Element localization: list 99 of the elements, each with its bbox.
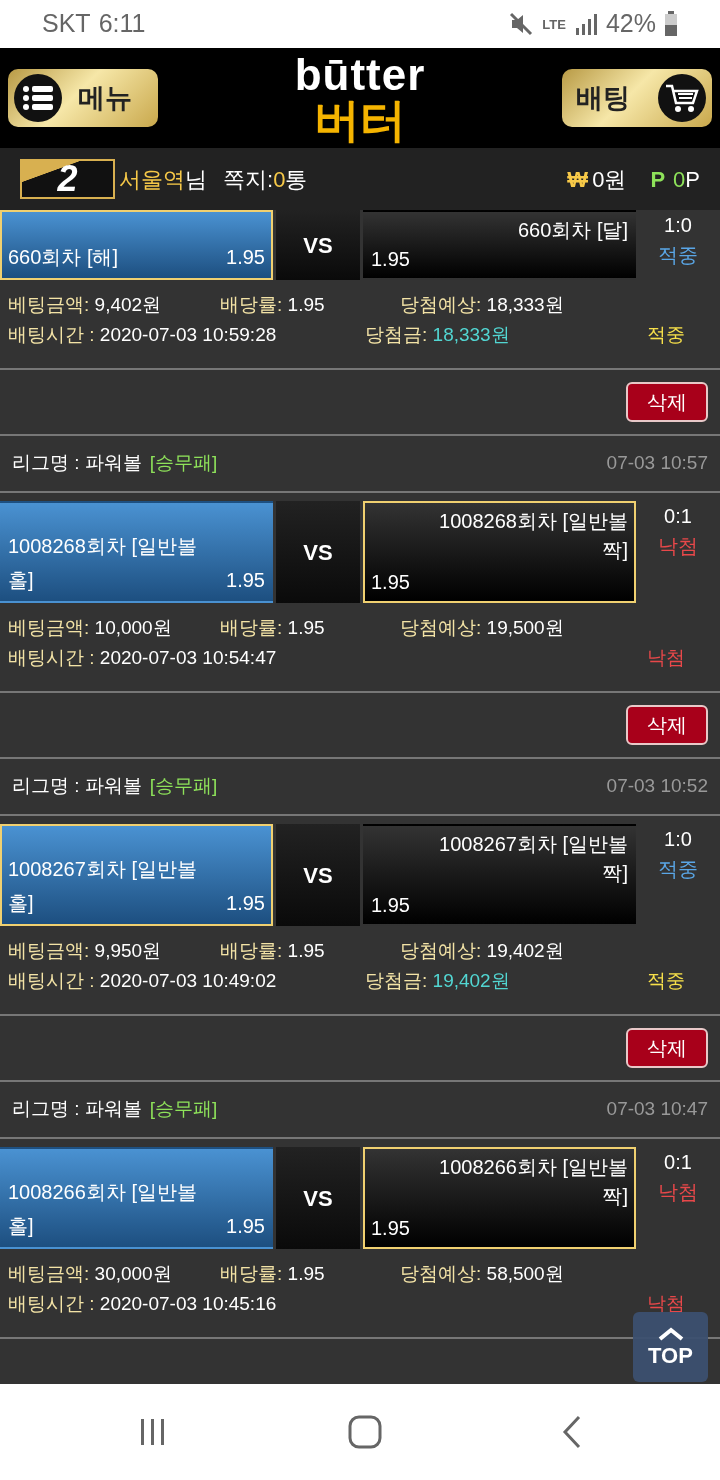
cart-icon [665, 83, 699, 113]
bet-amount-value: 9,402원 [93, 294, 162, 315]
bet-slip-button[interactable]: 배팅 [562, 69, 712, 127]
expected-win-label: 당첨예상: [400, 294, 482, 315]
team-option[interactable]: 1008266회차 [일반볼 홀] 1.95 [0, 1147, 273, 1249]
bet-time-label: 배팅시간 : [8, 1293, 95, 1314]
league-type: [승무패] [149, 774, 218, 799]
odds-value: 1.95 [286, 940, 325, 961]
result-label: 적중 [657, 243, 699, 268]
odds-value: 1.95 [286, 294, 325, 315]
points-unit: P [685, 165, 700, 194]
league-name: 리그명 : 파워볼 [12, 774, 142, 799]
bet-date: 07-03 10:52 [606, 774, 708, 799]
odds-label: 배당률: [220, 940, 283, 961]
payout-label: 당첨금: [365, 324, 428, 345]
balance: 0원 [592, 165, 627, 194]
logo-text: būtter [294, 53, 426, 97]
score: 0:1 [663, 504, 693, 529]
team-option[interactable]: 660회차 [달] 1.95 [363, 210, 636, 280]
logo-text: 버터 [314, 97, 406, 143]
carrier: SKT [42, 8, 91, 40]
menu-button[interactable]: 메뉴 [8, 69, 158, 127]
bet-amount-value: 9,950원 [93, 940, 162, 961]
signal-icon [573, 12, 598, 36]
odds-value: 1.95 [286, 1263, 325, 1284]
team-option[interactable]: 1008267회차 [일반볼 홀] 1.95 [0, 824, 273, 926]
expected-win-label: 당첨예상: [400, 617, 482, 638]
team-option[interactable]: 1008266회차 [일반볼 짝] 1.95 [363, 1147, 636, 1249]
team-option[interactable]: 1008267회차 [일반볼 짝] 1.95 [363, 824, 636, 926]
league-type: [승무패] [149, 451, 218, 476]
vs-label: VS [276, 824, 360, 926]
bet-amount-value: 10,000원 [93, 617, 172, 638]
caret-icon [657, 1327, 684, 1341]
team-option[interactable]: 1008268회차 [일반볼 짝] 1.95 [363, 501, 636, 603]
battery-percent: 42% [605, 8, 656, 40]
bet-amount-value: 30,000원 [93, 1263, 172, 1284]
battery-icon [664, 11, 678, 37]
point-symbol: P [650, 165, 666, 194]
vs-label: VS [276, 210, 360, 280]
menu-icon [23, 85, 53, 111]
bet-date: 07-03 10:47 [606, 1097, 708, 1122]
score: 1:0 [663, 213, 693, 238]
bet-time-value: 2020-07-03 10:59:28 [98, 324, 277, 345]
message-unit: 통 [285, 165, 308, 194]
expected-win-value: 18,333원 [485, 294, 564, 315]
bet-time-label: 배팅시간 : [8, 970, 95, 991]
expected-win-label: 당첨예상: [400, 1263, 482, 1284]
mute-icon [508, 11, 535, 37]
expected-win-value: 19,500원 [485, 617, 564, 638]
result-label: 낙첨 [657, 534, 699, 559]
bet-time-label: 배팅시간 : [8, 647, 95, 668]
vs-label: VS [276, 501, 360, 603]
bet-date: 07-03 10:57 [606, 451, 708, 476]
odds-label: 배당률: [220, 294, 283, 315]
score: 1:0 [663, 827, 693, 852]
expected-win-label: 당첨예상: [400, 940, 482, 961]
odds-label: 배당률: [220, 617, 283, 638]
league-name: 리그명 : 파워볼 [12, 451, 142, 476]
vs-label: VS [276, 1147, 360, 1249]
bet-time-label: 배팅시간 : [8, 324, 95, 345]
bet-amount-label: 베팅금액: [8, 294, 90, 315]
team-option[interactable]: 1008268회차 [일반볼 홀] 1.95 [0, 501, 273, 603]
bet-time-value: 2020-07-03 10:54:47 [98, 647, 277, 668]
odds-value: 1.95 [286, 617, 325, 638]
bet-amount-label: 베팅금액: [8, 617, 90, 638]
network-label: LTE [542, 17, 566, 31]
league-type: [승무패] [149, 1097, 218, 1122]
clock: 6:11 [98, 8, 146, 40]
back-icon[interactable] [562, 1415, 582, 1449]
result-label: 낙첨 [657, 1180, 699, 1205]
level-badge: 2 [20, 159, 115, 199]
message-label: 쪽지: [223, 165, 274, 194]
delete-button[interactable]: 삭제 [626, 705, 708, 745]
delete-button[interactable]: 삭제 [626, 382, 708, 422]
result-label: 적중 [647, 323, 685, 347]
payout-label: 당첨금: [365, 970, 428, 991]
expected-win-value: 58,500원 [485, 1263, 564, 1284]
message-count: 0 [273, 165, 286, 194]
score: 0:1 [663, 1150, 693, 1175]
home-icon[interactable] [348, 1415, 382, 1449]
delete-button[interactable]: 삭제 [626, 1028, 708, 1068]
user-name: 서울역 [119, 165, 185, 194]
currency-symbol: ₩ [567, 165, 589, 194]
result-label: 적중 [647, 969, 685, 993]
league-name: 리그명 : 파워볼 [12, 1097, 142, 1122]
payout-value: 18,333원 [431, 324, 510, 345]
team-option[interactable]: 660회차 [해] 1.95 [0, 210, 273, 280]
bet-time-value: 2020-07-03 10:45:16 [98, 1293, 277, 1314]
top-button[interactable]: TOP [633, 1312, 708, 1382]
result-label: 낙첨 [647, 646, 685, 670]
payout-value: 19,402원 [431, 970, 510, 991]
bet-time-value: 2020-07-03 10:49:02 [98, 970, 277, 991]
odds-label: 배당률: [220, 1263, 283, 1284]
user-suffix: 님 [185, 165, 207, 194]
expected-win-value: 19,402원 [485, 940, 564, 961]
bet-amount-label: 베팅금액: [8, 940, 90, 961]
points-value: 0 [673, 165, 686, 194]
result-label: 적중 [657, 857, 699, 882]
bet-amount-label: 베팅금액: [8, 1263, 90, 1284]
